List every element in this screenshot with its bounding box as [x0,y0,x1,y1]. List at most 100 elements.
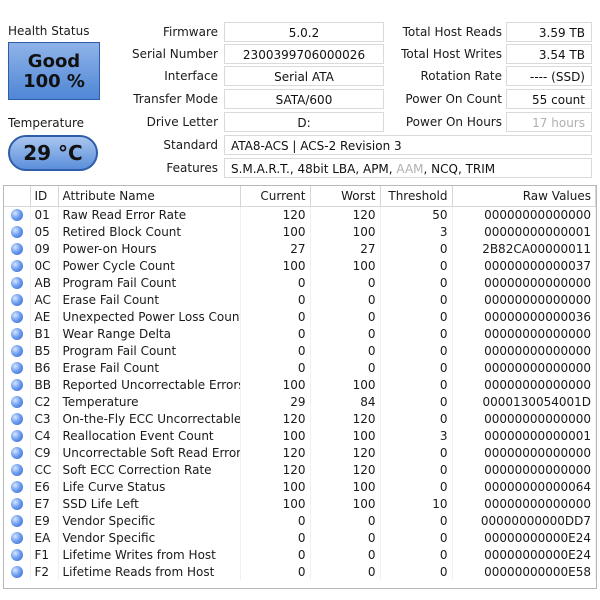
attr-threshold: 0 [380,393,453,410]
smart-attribute-table[interactable]: ID Attribute Name Current Worst Threshol… [3,185,597,589]
total-host-reads-value: 3.59 TB [506,22,592,42]
attr-raw-value: 00000000000000 [452,342,596,359]
table-row[interactable]: B5 Program Fail Count 0 0 0 00000000000000 [4,342,596,359]
features-text-a: S.M.A.R.T., 48bit LBA, APM, [231,162,397,176]
table-row[interactable]: 0C Power Cycle Count 100 100 0 00000000000037 [4,257,596,274]
header-current[interactable]: Current [240,186,311,207]
header-threshold[interactable]: Threshold [380,186,453,207]
attr-raw-value: 00000000000000 [452,376,596,393]
table-row[interactable]: E7 SSD Life Left 100 100 10 00000000000000 [4,495,596,512]
attr-threshold: 0 [380,240,453,257]
table-row[interactable]: C3 On-the-Fly ECC Uncorrectable... 120 120 0… [4,410,596,427]
attr-worst: 0 [310,359,381,376]
features-text-aam: AAM [396,162,424,176]
attr-threshold: 0 [380,444,453,461]
standard-label: Standard [163,138,218,152]
table-row[interactable]: E9 Vendor Specific 0 0 0 00000000000DD7 [4,512,596,529]
serial-number-value: 2300399706000026 [224,44,384,64]
blue-circle-icon [10,549,23,561]
row-status-cell [4,512,31,529]
temperature-badge[interactable]: 29 °C [8,135,98,171]
attr-worst: 84 [310,393,381,410]
header-status[interactable] [4,186,31,207]
attr-name: Erase Fail Count [58,291,241,308]
header-worst[interactable]: Worst [310,186,381,207]
blue-circle-icon [10,345,23,357]
row-status-cell [4,274,31,291]
attr-raw-value: 00000000000064 [452,478,596,495]
attr-id: C9 [30,444,59,461]
attr-worst: 120 [310,444,381,461]
attr-worst: 120 [310,206,381,223]
attr-worst: 0 [310,563,381,580]
attr-name: On-the-Fly ECC Uncorrectable... [58,410,241,427]
table-row[interactable]: B6 Erase Fail Count 0 0 0 00000000000000 [4,359,596,376]
attr-name: Power-on Hours [58,240,241,257]
row-status-cell [4,325,31,342]
attr-current: 0 [240,563,311,580]
attr-name: Reallocation Event Count [58,427,241,444]
table-row[interactable]: E6 Life Curve Status 100 100 0 00000000000064 [4,478,596,495]
attr-worst: 0 [310,291,381,308]
attr-threshold: 0 [380,529,453,546]
table-row[interactable]: 01 Raw Read Error Rate 120 120 50 00000000000… [4,206,596,223]
attr-threshold: 3 [380,223,453,240]
table-row[interactable]: EA Vendor Specific 0 0 0 00000000000E24 [4,529,596,546]
attr-threshold: 50 [380,206,453,223]
features-label: Features [166,161,218,175]
table-row[interactable]: 09 Power-on Hours 27 27 0 2B82CA00000011 [4,240,596,257]
attr-raw-value: 00000000000001 [452,427,596,444]
table-row[interactable]: AE Unexpected Power Loss Count 0 0 0 00000000… [4,308,596,325]
attr-worst: 0 [310,342,381,359]
header-attribute-name[interactable]: Attribute Name [58,186,241,207]
firmware-label: Firmware [163,25,218,39]
row-status-cell [4,546,31,563]
attr-raw-value: 00000000000000 [452,495,596,512]
attr-worst: 100 [310,223,381,240]
power-on-count-value: 55 count [506,89,592,109]
attr-name: Temperature [58,393,241,410]
attr-current: 100 [240,495,311,512]
attr-worst: 120 [310,410,381,427]
attr-id: B6 [30,359,59,376]
table-row[interactable]: F1 Lifetime Writes from Host 0 0 0 0000000000… [4,546,596,563]
table-row[interactable]: C2 Temperature 29 84 0 0000130054001D [4,393,596,410]
standard-value: ATA8-ACS | ACS-2 Revision 3 [224,135,592,155]
attr-threshold: 0 [380,461,453,478]
table-row[interactable]: BB Reported Uncorrectable Errors 100 100 0 00… [4,376,596,393]
table-row[interactable]: F2 Lifetime Reads from Host 0 0 0 00000000000… [4,563,596,580]
attr-id: 01 [30,206,59,223]
features-value: S.M.A.R.T., 48bit LBA, APM, AAM, NCQ, TR… [224,158,592,178]
blue-circle-icon [10,481,23,493]
row-status-cell [4,529,31,546]
table-row[interactable]: AB Program Fail Count 0 0 0 00000000000000 [4,274,596,291]
attr-current: 29 [240,393,311,410]
attr-current: 0 [240,291,311,308]
health-status-badge[interactable]: Good 100 % [8,42,100,100]
header-id[interactable]: ID [30,186,59,207]
table-row[interactable]: C9 Uncorrectable Soft Read Error ... 120 12… [4,444,596,461]
drive-letter-label: Drive Letter [146,115,218,129]
blue-circle-icon [10,209,23,222]
attr-raw-value: 00000000000000 [452,410,596,427]
blue-circle-icon [10,464,23,476]
health-status-text: Good [27,51,81,72]
attr-worst: 100 [310,376,381,393]
header-raw-values[interactable]: Raw Values [452,186,596,207]
attr-current: 0 [240,512,311,529]
table-row[interactable]: CC Soft ECC Correction Rate 120 120 0 0000000… [4,461,596,478]
attr-threshold: 0 [380,325,453,342]
table-row[interactable]: B1 Wear Range Delta 0 0 0 00000000000000 [4,325,596,342]
table-row[interactable]: C4 Reallocation Event Count 100 100 3 0000000… [4,427,596,444]
attr-threshold: 0 [380,308,453,325]
power-on-count-label: Power On Count [405,92,502,106]
row-status-cell [4,444,31,461]
attr-raw-value: 00000000000000 [452,291,596,308]
rotation-rate-label: Rotation Rate [420,69,502,83]
table-row[interactable]: AC Erase Fail Count 0 0 0 00000000000000 [4,291,596,308]
attr-name: Lifetime Writes from Host [58,546,241,563]
attr-current: 27 [240,240,311,257]
attr-raw-value: 00000000000DD7 [452,512,596,529]
attr-name: Life Curve Status [58,478,241,495]
table-row[interactable]: 05 Retired Block Count 100 100 3 000000000000… [4,223,596,240]
